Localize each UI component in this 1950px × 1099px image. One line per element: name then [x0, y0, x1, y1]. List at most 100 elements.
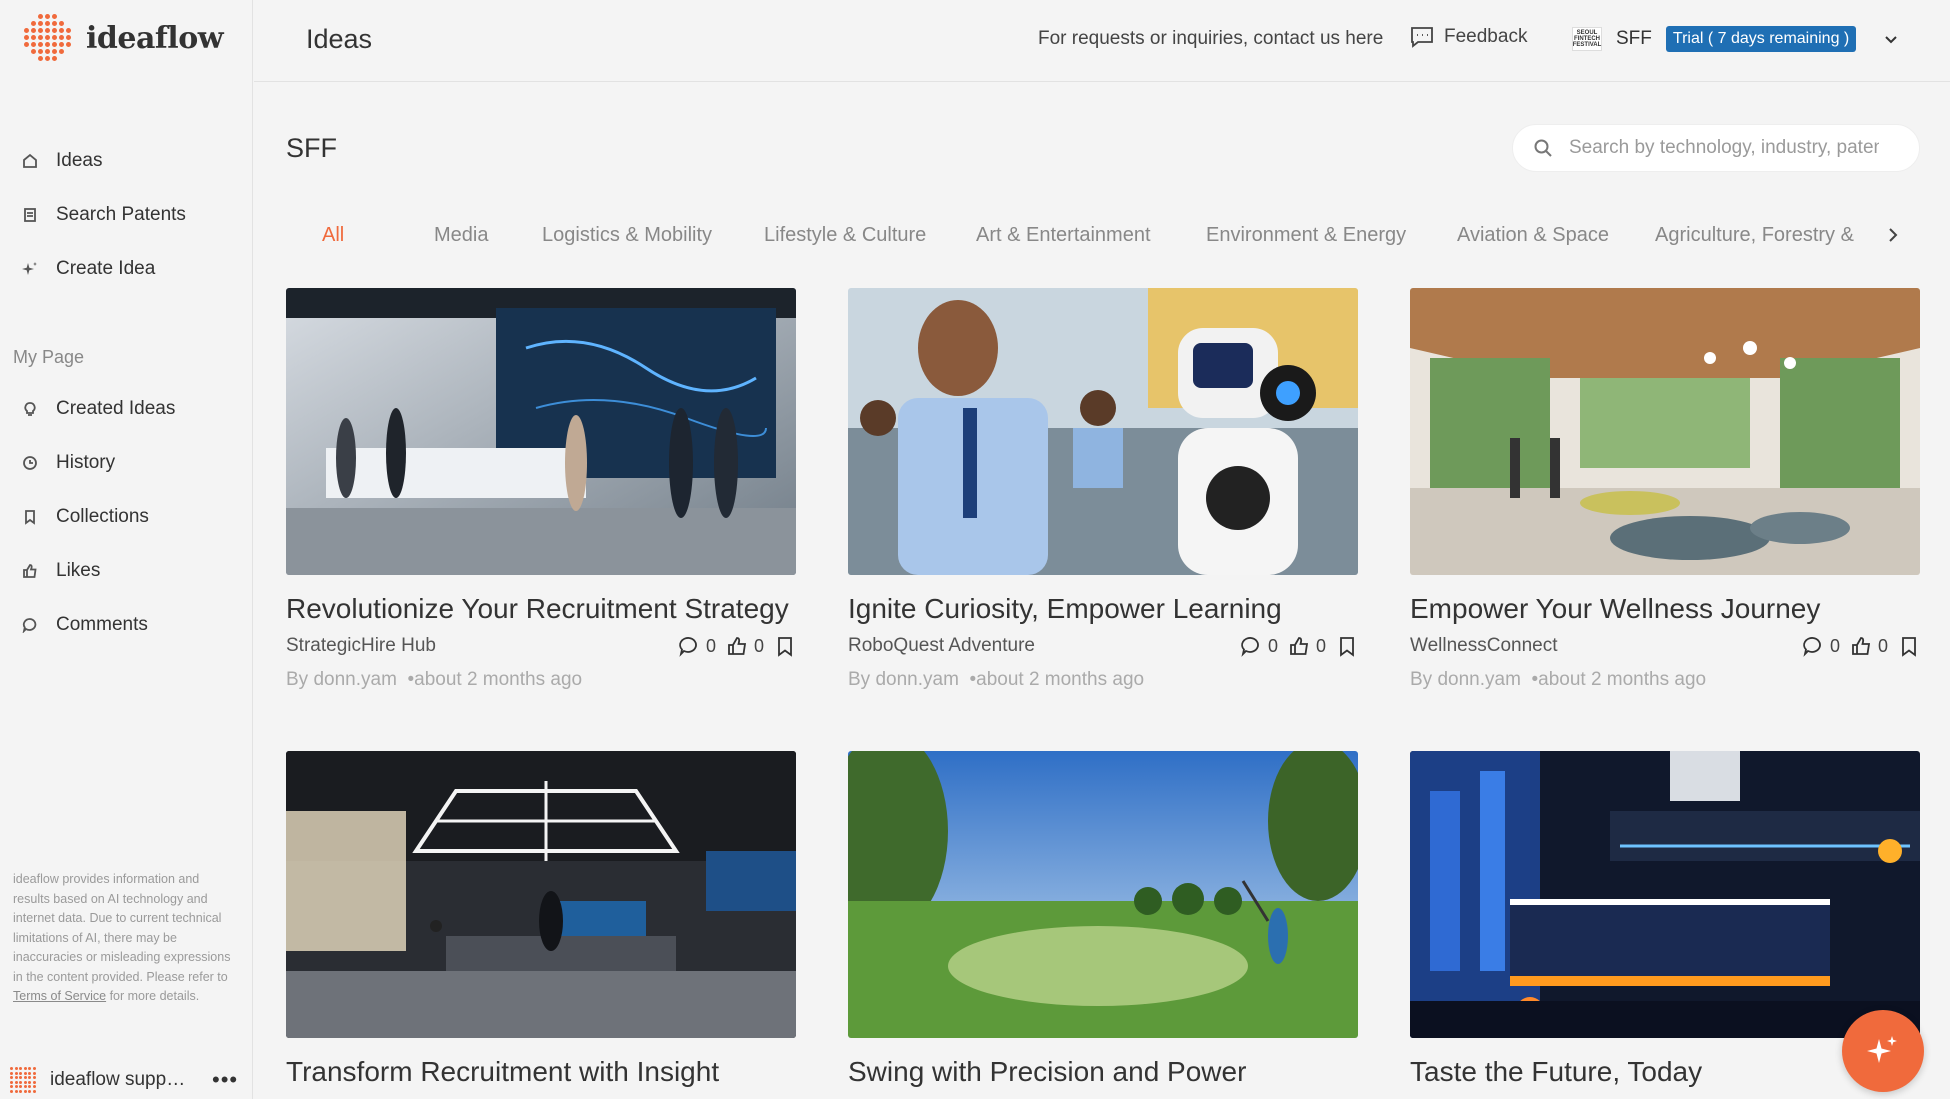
disclaimer-text: ideaflow provides information and result…: [13, 872, 231, 984]
sidebar-item-history[interactable]: History: [22, 452, 115, 474]
like-count-value: 0: [1877, 635, 1888, 656]
comment-count[interactable]: 0: [678, 635, 716, 657]
idea-author: By donn.yam: [286, 669, 397, 690]
idea-title[interactable]: Empower Your Wellness Journey: [1410, 593, 1920, 625]
idea-image-future-kitchen[interactable]: [1410, 751, 1920, 1038]
idea-subtitle: RoboQuest Adventure: [848, 635, 1035, 656]
like-count[interactable]: 0: [1288, 635, 1326, 657]
idea-time: •about 2 months ago: [1531, 669, 1707, 690]
thumbs-up-icon: [23, 564, 37, 578]
search-bar[interactable]: [1512, 124, 1920, 172]
account-avatar-icon: [10, 1067, 36, 1093]
tab-media[interactable]: Media: [434, 224, 488, 247]
tab-aviation-space[interactable]: Aviation & Space: [1457, 224, 1609, 247]
idea-stats: 0 0: [1802, 635, 1920, 657]
comment-count[interactable]: 0: [1240, 635, 1278, 657]
idea-image-recruitment-office[interactable]: [286, 288, 796, 575]
org-switcher[interactable]: SEOUL FINTECH FESTIVAL SFF Trial ( 7 day…: [1572, 26, 1898, 52]
like-count-value: 0: [753, 635, 764, 656]
org-name: SFF: [1616, 28, 1652, 49]
search-icon: [1534, 139, 1552, 157]
sidebar-item-ideas[interactable]: Ideas: [22, 150, 102, 172]
sidebar-item-comments[interactable]: Comments: [22, 614, 148, 636]
idea-time: •about 2 months ago: [969, 669, 1145, 690]
bookmark-icon[interactable]: [1898, 635, 1920, 657]
sidebar-item-collections[interactable]: Collections: [22, 506, 149, 528]
sidebar-item-created-ideas[interactable]: Created Ideas: [22, 398, 175, 420]
idea-author: By donn.yam: [848, 669, 959, 690]
sidebar-item-label: Comments: [56, 614, 148, 635]
sidebar-item-search-patents[interactable]: Search Patents: [22, 204, 186, 226]
ai-assistant-button[interactable]: [1842, 1010, 1924, 1092]
more-options-icon[interactable]: •••: [212, 1067, 238, 1093]
idea-card[interactable]: Swing with Precision and Power: [848, 751, 1358, 1088]
logo[interactable]: ideaflow: [24, 14, 224, 62]
idea-card[interactable]: Empower Your Wellness Journey WellnessCo…: [1410, 288, 1920, 691]
idea-author: By donn.yam: [1410, 669, 1521, 690]
sidebar-item-label: Ideas: [56, 150, 103, 171]
thumbs-up-icon: [1852, 637, 1871, 655]
comment-count[interactable]: 0: [1802, 635, 1840, 657]
org-logo: SEOUL FINTECH FESTIVAL: [1572, 27, 1602, 51]
idea-stats: 0 0: [678, 635, 796, 657]
category-tabs: All Media Logistics & Mobility Lifestyle…: [286, 218, 1906, 258]
idea-image-robot-classroom[interactable]: [848, 288, 1358, 575]
sidebar-item-create-idea[interactable]: Create Idea: [22, 258, 155, 280]
idea-image-golf-course[interactable]: [848, 751, 1358, 1038]
sparkle-icon: [1867, 1036, 1897, 1063]
sidebar-item-label: Search Patents: [56, 204, 186, 225]
idea-title[interactable]: Swing with Precision and Power: [848, 1056, 1358, 1088]
idea-subtitle: WellnessConnect: [1410, 635, 1558, 656]
sidebar-item-likes[interactable]: Likes: [22, 560, 100, 582]
sidebar-item-label: Likes: [56, 560, 101, 581]
section-heading: SFF: [286, 133, 337, 163]
idea-title[interactable]: Ignite Curiosity, Empower Learning: [848, 593, 1358, 625]
document-icon: [24, 208, 36, 222]
sidebar-item-label: Collections: [56, 506, 149, 527]
search-input[interactable]: [1569, 137, 1879, 159]
comment-count-value: 0: [1829, 635, 1840, 656]
top-bar: Ideas For requests or inquiries, contact…: [254, 0, 1950, 82]
bookmark-icon[interactable]: [1336, 635, 1358, 657]
idea-card[interactable]: Transform Recruitment with Insight: [286, 751, 796, 1088]
page-title: Ideas: [306, 24, 373, 54]
contact-link[interactable]: For requests or inquiries, contact us he…: [1038, 28, 1383, 50]
disclaimer: ideaflow provides information and result…: [13, 870, 238, 1007]
idea-card[interactable]: Ignite Curiosity, Empower Learning RoboQ…: [848, 288, 1358, 691]
feedback-button[interactable]: Feedback: [1410, 26, 1527, 48]
like-count[interactable]: 0: [726, 635, 764, 657]
chevron-right-icon[interactable]: [1884, 226, 1902, 244]
idea-time: •about 2 months ago: [407, 669, 583, 690]
tab-art-entertainment[interactable]: Art & Entertainment: [976, 224, 1151, 247]
sidebar-item-label: Create Idea: [56, 258, 156, 279]
account-name: ideaflow support team: [50, 1069, 190, 1090]
lightbulb-icon: [24, 402, 36, 416]
bookmark-icon[interactable]: [774, 635, 796, 657]
sidebar-item-label: Created Ideas: [56, 398, 176, 419]
like-count[interactable]: 0: [1850, 635, 1888, 657]
tab-all[interactable]: All: [322, 224, 344, 247]
chevron-down-icon[interactable]: [1884, 32, 1898, 46]
idea-card[interactable]: Revolutionize Your Recruitment Strategy …: [286, 288, 796, 691]
idea-image-wellness-gym[interactable]: [1410, 288, 1920, 575]
tab-agriculture-forestry[interactable]: Agriculture, Forestry &: [1655, 224, 1854, 247]
idea-title[interactable]: Revolutionize Your Recruitment Strategy: [286, 593, 796, 625]
tab-lifestyle-culture[interactable]: Lifestyle & Culture: [764, 224, 926, 247]
idea-subtitle: StrategicHire Hub: [286, 635, 436, 656]
clock-icon: [23, 456, 37, 470]
idea-title[interactable]: Transform Recruitment with Insight: [286, 1056, 796, 1088]
account-menu[interactable]: ideaflow support team •••: [10, 1067, 242, 1093]
thumbs-up-icon: [1290, 637, 1309, 655]
thumbs-up-icon: [728, 637, 747, 655]
tab-environment-energy[interactable]: Environment & Energy: [1206, 224, 1406, 247]
logo-dots-icon: [24, 14, 72, 62]
sidebar-item-label: History: [56, 452, 116, 473]
logo-text: ideaflow: [86, 20, 224, 56]
feedback-label: Feedback: [1444, 26, 1528, 47]
trial-badge: Trial ( 7 days remaining ): [1665, 26, 1857, 52]
comment-icon: [1803, 637, 1821, 657]
idea-image-recruitment-insight[interactable]: [286, 751, 796, 1038]
tab-logistics-mobility[interactable]: Logistics & Mobility: [542, 224, 712, 247]
idea-stats: 0 0: [1240, 635, 1358, 657]
terms-link[interactable]: Terms of Service: [13, 989, 106, 1003]
